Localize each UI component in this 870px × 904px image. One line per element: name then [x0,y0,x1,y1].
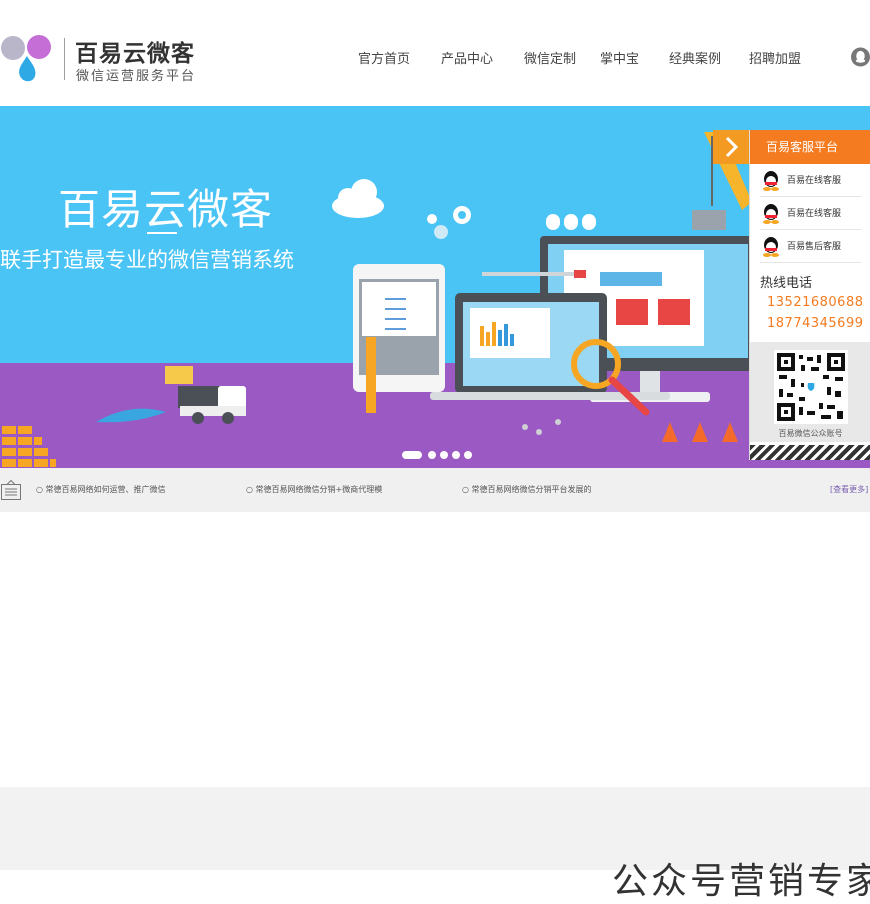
qq-penguin-icon [763,204,779,224]
news-item[interactable]: ○ 常德百易网络微信分销+微商代理模 [246,484,382,495]
nav-item-cases[interactable]: 经典案例 [669,48,721,67]
hotline-phone-2[interactable]: 18774345699 [767,316,863,331]
hotline-phone-1[interactable]: 13521680688 [767,295,863,310]
news-more-link[interactable]: [查看更多] [830,484,868,495]
news-item[interactable]: ○ 常德百易网络如何运营、推广微信 [36,484,166,495]
service-panel-toggle[interactable] [713,130,750,164]
main-nav: 官方首页 产品中心 微信定制 掌中宝 经典案例 招聘加盟 [0,48,870,68]
service-item-label: 百易在线客服 [787,209,842,219]
slider-dot[interactable] [440,451,448,459]
service-item-online-1[interactable]: 百易在线客服 [760,164,861,197]
panel-stripe [750,445,870,460]
service-item-aftersales[interactable]: 百易售后客服 [760,230,861,263]
nav-item-pocket[interactable]: 掌中宝 [600,48,639,67]
chevron-right-icon [725,136,739,158]
qr-section: 百易微信公众账号 [750,342,870,442]
nav-item-products[interactable]: 产品中心 [441,48,493,67]
qq-penguin-icon[interactable] [851,47,870,67]
qr-caption: 百易微信公众账号 [778,429,843,438]
nav-item-wechat-custom[interactable]: 微信定制 [524,48,576,67]
news-ticker: ○ 常德百易网络如何运营、推广微信 ○ 常德百易网络微信分销+微商代理模 ○ 常… [0,468,870,512]
slider-dot[interactable] [464,451,472,459]
slider-dot[interactable] [402,451,422,459]
nav-item-join[interactable]: 招聘加盟 [749,48,801,67]
site-header: 百易云微客 微信运营服务平台 官方首页 产品中心 微信定制 掌中宝 经典案例 招… [0,0,870,106]
service-panel-header: 百易客服平台 [750,130,870,164]
wechat-qr-code [774,350,848,424]
news-item[interactable]: ○ 常德百易网络微信分销平台发展的 [462,484,592,495]
slider-dot[interactable] [452,451,460,459]
banner-title: 百易云微客 [58,185,274,234]
hotline-label: 热线电话 [760,276,813,291]
notice-board-icon [1,479,21,500]
nav-item-home[interactable]: 官方首页 [358,48,410,67]
slider-dot[interactable] [428,451,436,459]
section-title: 公众号营销专家 [612,861,870,902]
service-item-online-2[interactable]: 百易在线客服 [760,197,861,230]
banner-subtitle: 联手打造最专业的微信营销系统 [0,248,294,272]
service-item-label: 百易售后客服 [787,242,842,252]
customer-service-panel: 百易客服平台 百易在线客服 百易在线客服 百易售后客服 热线电话 1352168… [749,130,870,460]
qq-penguin-icon [763,237,779,257]
banner-divider [147,232,177,234]
service-item-label: 百易在线客服 [787,176,842,186]
qq-penguin-icon [763,171,779,191]
qr-code-icon [777,353,845,421]
